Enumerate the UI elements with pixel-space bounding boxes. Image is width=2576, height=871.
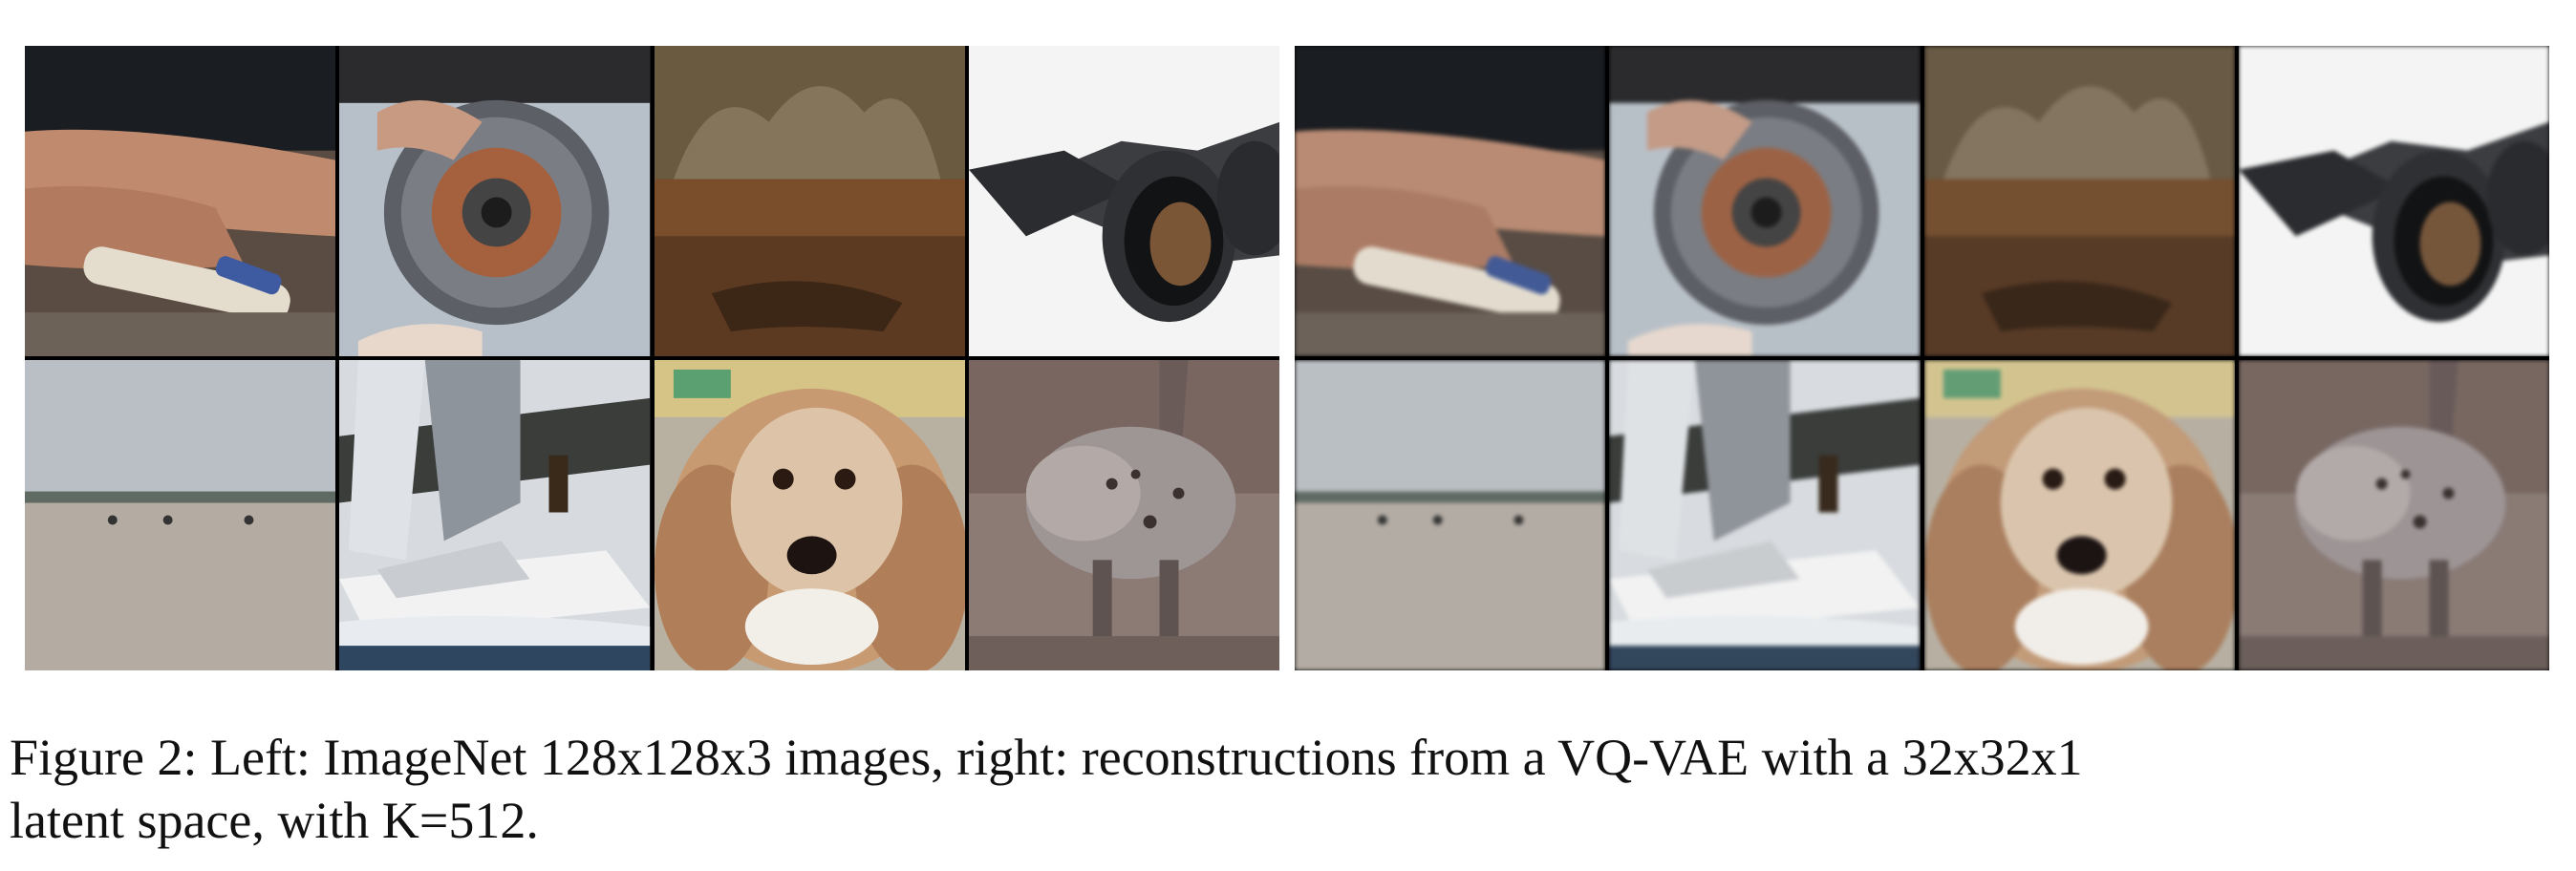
original-image-sailboat (339, 360, 650, 670)
reconstruction-image-binoculars (2239, 46, 2549, 356)
original-image-beach (25, 360, 335, 670)
original-image-dog (655, 360, 965, 670)
original-image-binoculars (969, 46, 1279, 356)
original-images-grid (25, 46, 1279, 670)
reconstruction-image-brake-disc (1609, 46, 1920, 356)
original-image-hyena (969, 360, 1279, 670)
figure-caption-line-1: Figure 2: Left: ImageNet 128x128x3 image… (10, 729, 2083, 786)
reconstruction-image-beach (1295, 360, 1605, 670)
original-image-hands-yarn (25, 46, 335, 356)
figure-caption: Figure 2: Left: ImageNet 128x128x3 image… (10, 726, 2566, 852)
reconstruction-image-field (1924, 46, 2235, 356)
reconstruction-images-grid (1295, 46, 2549, 670)
original-image-brake-disc (339, 46, 650, 356)
original-image-field (655, 46, 965, 356)
figure-caption-line-2: latent space, with K=512. (10, 792, 539, 849)
reconstruction-image-sailboat (1609, 360, 1920, 670)
reconstruction-image-hands-yarn (1295, 46, 1605, 356)
reconstruction-image-dog (1924, 360, 2235, 670)
reconstruction-image-hyena (2239, 360, 2549, 670)
